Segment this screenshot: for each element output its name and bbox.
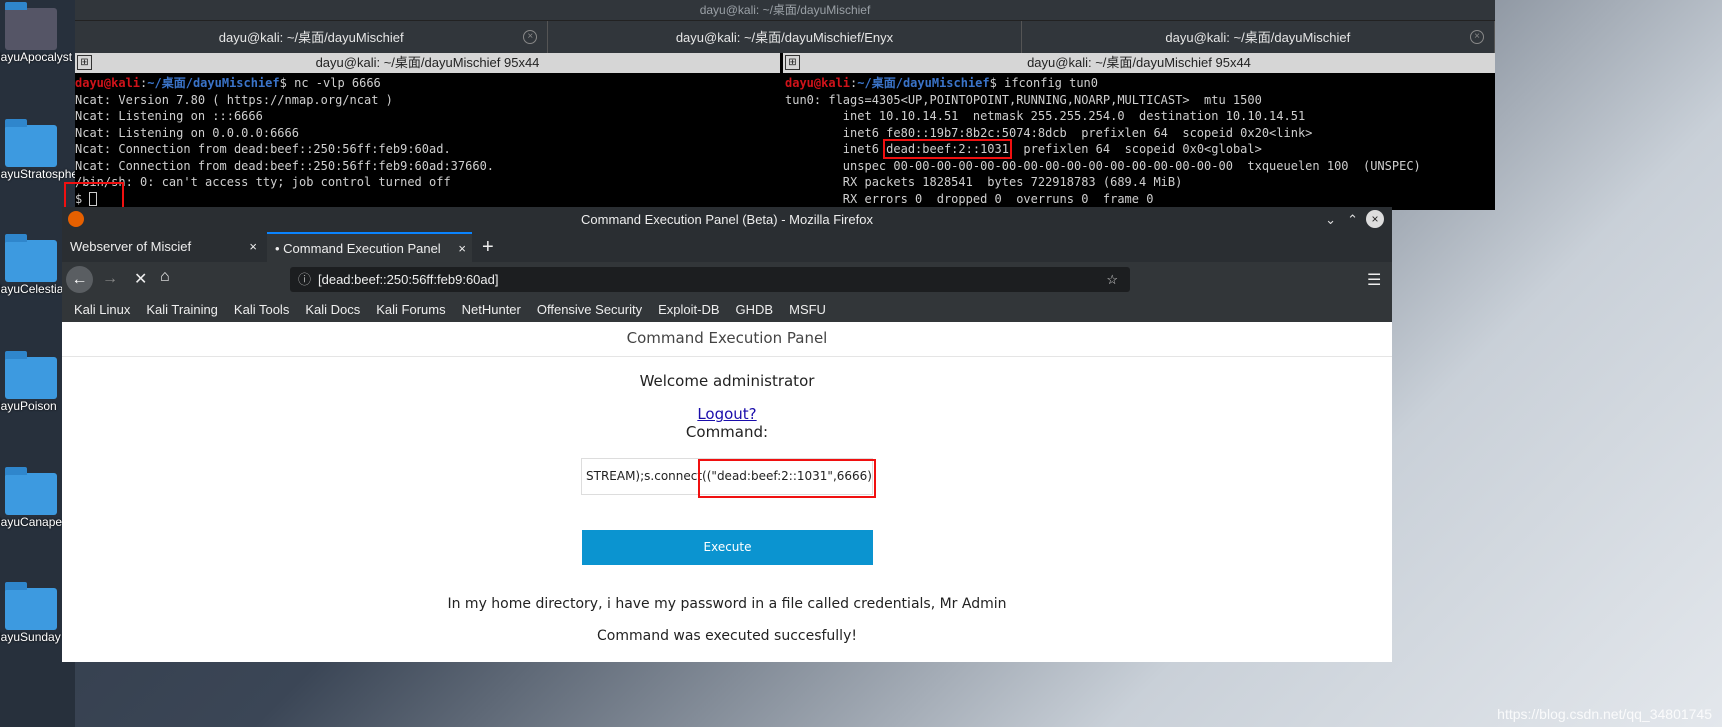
bookmark[interactable]: Kali Tools: [234, 302, 289, 317]
output-line: unspec 00-00-00-00-00-00-00-00-00-00-00-…: [785, 158, 1421, 173]
terminal-tab[interactable]: dayu@kali: ~/桌面/dayuMischief/Enyx: [548, 21, 1022, 53]
pane-header: dayu@kali: ~/桌面/dayuMischief 95x44: [1027, 55, 1251, 70]
terminal-tab[interactable]: dayu@kali: ~/桌面/dayuMischief ×: [1022, 21, 1495, 53]
terminal-title: dayu@kali: ~/桌面/dayuMischief: [75, 0, 1495, 20]
execute-button[interactable]: Execute: [582, 530, 873, 565]
info-icon: ⓘ: [298, 272, 312, 287]
output-line: inet6 fe80::19b7:8b2c:5074:8dcb prefixle…: [785, 125, 1313, 140]
close-tab-icon[interactable]: ×: [458, 234, 466, 264]
page-content: Command Execution Panel Welcome administ…: [62, 322, 1392, 662]
pane-header: dayu@kali: ~/桌面/dayuMischief 95x44: [315, 55, 540, 70]
desktop-icon[interactable]: dayuPoison: [0, 351, 62, 413]
status-text: Command was executed succesfully!: [597, 628, 857, 644]
hint-text: In my home directory, i have my password…: [447, 596, 1007, 612]
welcome-text: Welcome administrator: [639, 372, 815, 390]
menu-icon[interactable]: ☰: [1367, 270, 1381, 290]
output-line: inet 10.10.14.51 netmask 255.255.254.0 d…: [785, 109, 1306, 123]
tab-label: • Command Execution Panel: [275, 241, 441, 256]
url-text: [dead:beef::250:56ff:feb9:60ad]: [318, 272, 499, 287]
output-line: RX packets 1828541 bytes 722918783 (689.…: [785, 175, 1183, 189]
desktop-icon[interactable]: dayuStratosphere: [0, 119, 89, 181]
split-icon[interactable]: ⊞: [77, 55, 92, 70]
bookmark[interactable]: Exploit-DB: [658, 302, 719, 317]
desktop-icon[interactable]: dayuCelestial: [0, 234, 66, 296]
split-icon[interactable]: ⊞: [785, 55, 800, 70]
prompt-path: ~/桌面/dayuMischief: [147, 76, 280, 90]
output-line: Ncat: Listening on 0.0.0.0:6666: [75, 125, 299, 140]
maximize-icon[interactable]: ⌃: [1347, 207, 1358, 232]
forward-icon[interactable]: →: [102, 270, 118, 288]
output-line: /bin/sh: 0: can't access tty; job contro…: [75, 175, 451, 189]
tab-label: dayu@kali: ~/桌面/dayuMischief/Enyx: [675, 30, 894, 45]
desktop-icon[interactable]: dayuCanape: [0, 467, 62, 529]
output-text: inet6: [785, 142, 887, 156]
watermark: https://blog.csdn.net/qq_34801745: [1497, 706, 1712, 722]
highlighted-ipv6: dead:beef:2::1031: [883, 139, 1012, 159]
prompt-user: dayu@kali: [75, 76, 141, 90]
bookmarks-bar: Kali Linux Kali Training Kali Tools Kali Do…: [62, 297, 1392, 322]
logout-link[interactable]: Logout?: [697, 405, 756, 423]
bookmark[interactable]: Kali Linux: [74, 302, 130, 317]
url-bar[interactable]: ⓘ [dead:beef::250:56ff:feb9:60ad] ☆: [290, 267, 1130, 292]
close-icon[interactable]: ×: [523, 30, 538, 44]
output-text: prefixlen 64 scopeid 0x0<global>: [1008, 142, 1262, 156]
prompt-user: dayu@kali: [785, 76, 851, 90]
minimize-icon[interactable]: ⌄: [1325, 207, 1336, 232]
bookmark[interactable]: NetHunter: [462, 302, 521, 317]
stop-icon[interactable]: ✕: [134, 269, 147, 289]
output-line: Ncat: Connection from dead:beef::250:56f…: [75, 158, 495, 173]
command: $ ifconfig tun0: [989, 76, 1099, 90]
desktop-icon[interactable]: dayuApocalyst: [0, 2, 72, 64]
tab-label: dayu@kali: ~/桌面/dayuMischief: [1165, 30, 1351, 45]
bookmark[interactable]: Kali Training: [146, 302, 218, 317]
bookmark-star-icon[interactable]: ☆: [1106, 267, 1118, 292]
back-icon[interactable]: ←: [66, 266, 93, 293]
terminal-tab[interactable]: dayu@kali: ~/桌面/dayuMischief ×: [75, 21, 549, 53]
page-header: Command Execution Panel: [62, 322, 1392, 357]
bookmark[interactable]: Kali Forums: [376, 302, 445, 317]
terminal-pane-left[interactable]: ⊞ dayu@kali: ~/桌面/dayuMischief 95x44 dayu…: [75, 53, 780, 210]
highlight-box: [698, 459, 876, 498]
prompt-path: ~/桌面/dayuMischief: [857, 76, 990, 90]
command-label: Command:: [685, 423, 769, 441]
terminal-window: dayu@kali: ~/桌面/dayuMischief dayu@kali: …: [75, 0, 1495, 210]
bookmark[interactable]: MSFU: [789, 302, 826, 317]
tab-webserver[interactable]: Webserver of Miscief ×: [62, 232, 267, 262]
new-tab-button[interactable]: +: [474, 232, 494, 262]
output-line: RX errors 0 dropped 0 overruns 0 frame 0: [785, 191, 1154, 206]
window-title: Command Execution Panel (Beta) - Mozilla…: [581, 212, 873, 227]
bookmark[interactable]: Kali Docs: [305, 302, 360, 317]
output-line: Ncat: Version 7.80 ( https://nmap.org/nc…: [75, 92, 393, 107]
close-icon[interactable]: ×: [1469, 30, 1484, 44]
terminal-pane-right[interactable]: ⊞ dayu@kali: ~/桌面/dayuMischief 95x44 dayu…: [783, 53, 1495, 210]
output-line: tun0: flags=4305<UP,POINTOPOINT,RUNNING,…: [785, 92, 1262, 107]
home-icon[interactable]: ⌂: [160, 268, 170, 286]
close-tab-icon[interactable]: ×: [249, 232, 257, 262]
output-line: Ncat: Listening on :::6666: [75, 109, 263, 123]
firefox-window: Command Execution Panel (Beta) - Mozilla…: [62, 207, 1392, 662]
bookmark[interactable]: GHDB: [736, 302, 774, 317]
tab-label: Webserver of Miscief: [70, 239, 192, 254]
desktop-icon[interactable]: dayuSunday: [0, 582, 62, 644]
command: $ nc -vlp 6666: [279, 76, 381, 90]
bookmark[interactable]: Offensive Security: [537, 302, 642, 317]
firefox-logo-icon: [68, 211, 84, 227]
tab-command-panel[interactable]: • Command Execution Panel ×: [267, 232, 472, 262]
output-line: Ncat: Connection from dead:beef::250:56f…: [75, 142, 451, 156]
close-window-icon[interactable]: ×: [1366, 210, 1384, 228]
tab-label: dayu@kali: ~/桌面/dayuMischief: [218, 30, 404, 45]
